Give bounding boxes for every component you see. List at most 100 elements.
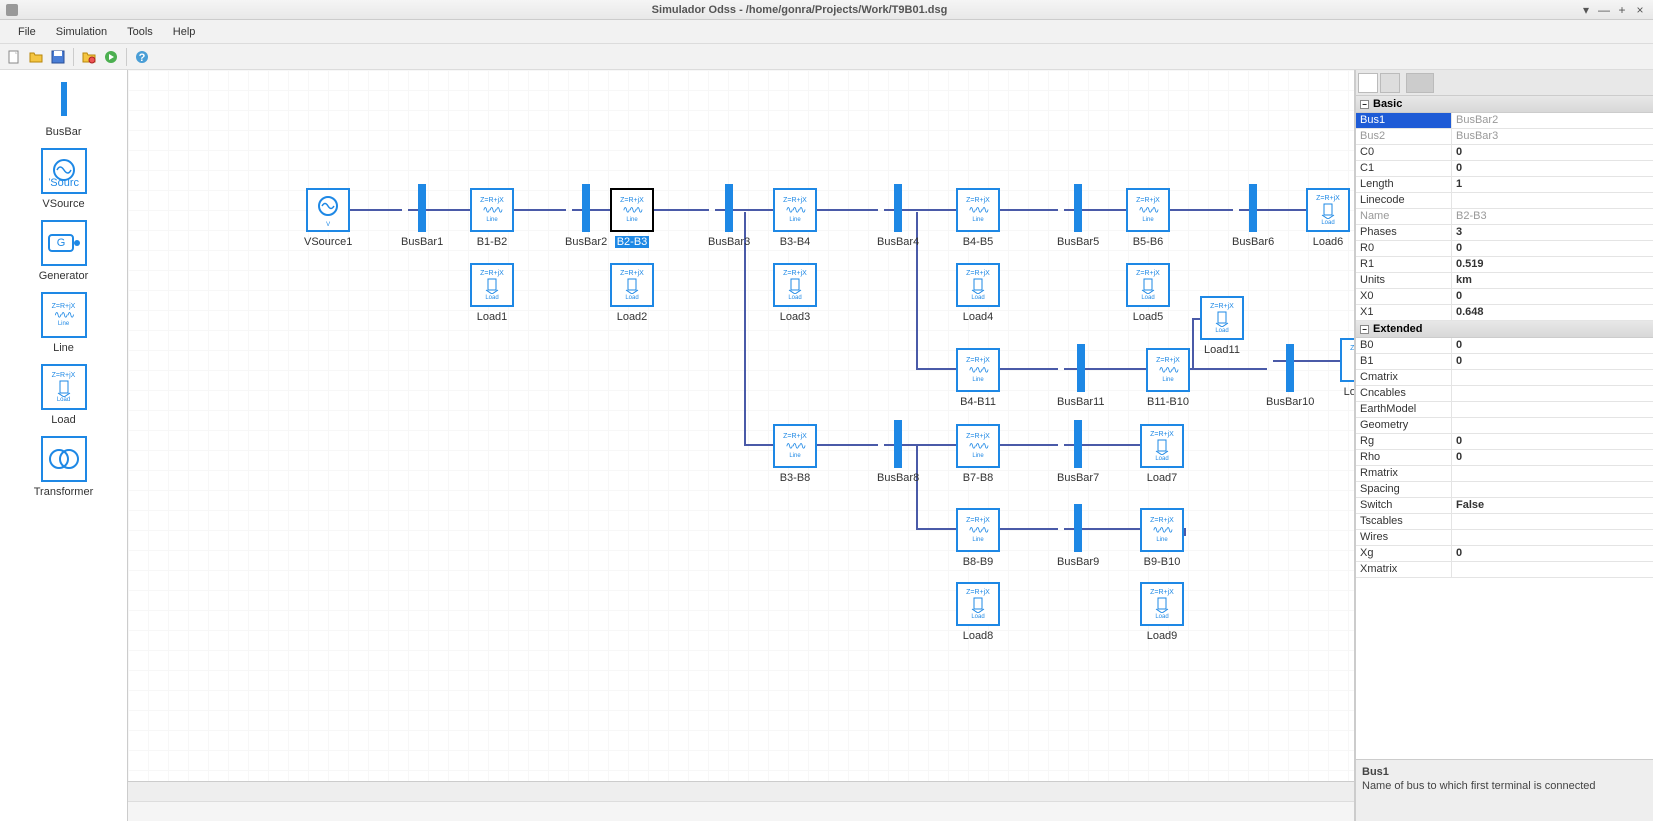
menu-tools[interactable]: Tools xyxy=(117,22,163,42)
canvas-node-line[interactable]: Z=R+jX∿∿∿LineB4-B5 xyxy=(956,188,1000,248)
prop-value[interactable]: 0 xyxy=(1452,546,1653,561)
prop-row[interactable]: Geometry xyxy=(1356,418,1653,434)
prop-value[interactable]: 1 xyxy=(1452,177,1653,192)
properties-grid[interactable]: −BasicBus1BusBar2Bus2BusBar3C00C10Length… xyxy=(1356,96,1653,759)
canvas-node-line[interactable]: Z=R+jX∿∿∿LineB9-B10 xyxy=(1140,508,1184,568)
canvas-node-load[interactable]: Z=R+jXLoadLoad10 xyxy=(1340,338,1354,398)
prop-row[interactable]: C00 xyxy=(1356,145,1653,161)
canvas-node-load[interactable]: Z=R+jXLoadLoad6 xyxy=(1306,188,1350,248)
prop-row[interactable]: Rg0 xyxy=(1356,434,1653,450)
prop-value[interactable]: km xyxy=(1452,273,1653,288)
canvas-node-busbar[interactable]: BusBar2 xyxy=(565,184,607,248)
hscrollbar[interactable] xyxy=(128,782,1354,802)
wire[interactable] xyxy=(916,528,957,530)
prop-value[interactable]: B2-B3 xyxy=(1452,209,1653,224)
prop-value[interactable]: BusBar3 xyxy=(1452,129,1653,144)
canvas[interactable]: VVSource1BusBar1Z=R+jX∿∿∿LineB1-B2Z=R+jX… xyxy=(128,70,1354,781)
prop-row[interactable]: Tscables xyxy=(1356,514,1653,530)
prop-value[interactable]: 0.519 xyxy=(1452,257,1653,272)
canvas-node-line[interactable]: Z=R+jX∿∿∿LineB2-B3 xyxy=(610,188,654,248)
canvas-node-load[interactable]: Z=R+jXLoadLoad9 xyxy=(1140,582,1184,642)
prop-row[interactable]: Xmatrix xyxy=(1356,562,1653,578)
canvas-node-load[interactable]: Z=R+jXLoadLoad3 xyxy=(773,263,817,323)
canvas-node-vsource[interactable]: VVSource1 xyxy=(304,188,352,248)
wire[interactable] xyxy=(1000,444,1058,446)
canvas-node-load[interactable]: Z=R+jXLoadLoad8 xyxy=(956,582,1000,642)
wire[interactable] xyxy=(1000,209,1058,211)
canvas-node-line[interactable]: Z=R+jX∿∿∿LineB3-B8 xyxy=(773,424,817,484)
prop-value[interactable]: 0 xyxy=(1452,145,1653,160)
prop-value[interactable]: 3 xyxy=(1452,225,1653,240)
new-file-button[interactable] xyxy=(4,47,24,67)
wire[interactable] xyxy=(348,209,402,211)
palette-load[interactable]: Z=R+jXLoadLoad xyxy=(41,364,87,426)
palette-generator[interactable]: GGenerator xyxy=(39,220,89,282)
app-menu-icon[interactable] xyxy=(6,4,18,16)
canvas-node-load[interactable]: Z=R+jXLoadLoad7 xyxy=(1140,424,1184,484)
prop-row[interactable]: Rho0 xyxy=(1356,450,1653,466)
prop-row[interactable]: X10.648 xyxy=(1356,305,1653,321)
menu-file[interactable]: File xyxy=(8,22,46,42)
palette-transformer[interactable]: Transformer xyxy=(34,436,94,498)
wire[interactable] xyxy=(817,209,878,211)
prop-row[interactable]: Cmatrix xyxy=(1356,370,1653,386)
prop-value[interactable]: 0 xyxy=(1452,338,1653,353)
prop-row[interactable]: EarthModel xyxy=(1356,402,1653,418)
canvas-node-busbar[interactable]: BusBar1 xyxy=(401,184,443,248)
prop-row[interactable]: Spacing xyxy=(1356,482,1653,498)
canvas-node-busbar[interactable]: BusBar3 xyxy=(708,184,750,248)
canvas-node-busbar[interactable]: BusBar10 xyxy=(1266,344,1314,408)
help-button[interactable]: ? xyxy=(132,47,152,67)
prop-row[interactable]: Rmatrix xyxy=(1356,466,1653,482)
wire[interactable] xyxy=(654,209,709,211)
canvas-node-load[interactable]: Z=R+jXLoadLoad1 xyxy=(470,263,514,323)
canvas-node-line[interactable]: Z=R+jX∿∿∿LineB11-B10 xyxy=(1146,348,1190,408)
prop-row[interactable]: Bus1BusBar2 xyxy=(1356,113,1653,129)
canvas-node-busbar[interactable]: BusBar8 xyxy=(877,420,919,484)
prop-value[interactable]: 0 xyxy=(1452,450,1653,465)
canvas-node-line[interactable]: Z=R+jX∿∿∿LineB8-B9 xyxy=(956,508,1000,568)
prop-value[interactable]: 0 xyxy=(1452,241,1653,256)
prop-row[interactable]: R00 xyxy=(1356,241,1653,257)
palette-busbar[interactable]: BusBar xyxy=(41,76,87,138)
prop-row[interactable]: SwitchFalse xyxy=(1356,498,1653,514)
prop-value[interactable] xyxy=(1452,514,1653,529)
prop-row[interactable]: Wires xyxy=(1356,530,1653,546)
prop-row[interactable]: B00 xyxy=(1356,338,1653,354)
prop-value[interactable]: BusBar2 xyxy=(1452,113,1653,128)
menu-simulation[interactable]: Simulation xyxy=(46,22,117,42)
open-file-button[interactable] xyxy=(26,47,46,67)
canvas-node-load[interactable]: Z=R+jXLoadLoad11 xyxy=(1200,296,1244,356)
canvas-node-line[interactable]: Z=R+jX∿∿∿LineB5-B6 xyxy=(1126,188,1170,248)
wire[interactable] xyxy=(817,444,878,446)
prop-value[interactable] xyxy=(1452,386,1653,401)
prop-value[interactable]: 0 xyxy=(1452,434,1653,449)
collapse-icon[interactable]: − xyxy=(1360,100,1369,109)
properties-tab-category[interactable] xyxy=(1358,73,1378,93)
canvas-node-line[interactable]: Z=R+jX∿∿∿LineB3-B4 xyxy=(773,188,817,248)
prop-value[interactable] xyxy=(1452,562,1653,577)
prop-value[interactable]: 0 xyxy=(1452,354,1653,369)
palette-vsource[interactable]: VSourceVSource xyxy=(41,148,87,210)
wire[interactable] xyxy=(514,209,566,211)
properties-tab-other[interactable] xyxy=(1406,73,1434,93)
wire[interactable] xyxy=(1190,368,1267,370)
prop-section-basic[interactable]: −Basic xyxy=(1356,96,1653,113)
wire[interactable] xyxy=(1170,209,1233,211)
wire[interactable] xyxy=(1184,528,1186,536)
canvas-node-busbar[interactable]: BusBar5 xyxy=(1057,184,1099,248)
prop-row[interactable]: Phases3 xyxy=(1356,225,1653,241)
canvas-node-line[interactable]: Z=R+jX∿∿∿LineB4-B11 xyxy=(956,348,1000,408)
prop-row[interactable]: C10 xyxy=(1356,161,1653,177)
wire[interactable] xyxy=(744,444,774,446)
prop-row[interactable]: Xg0 xyxy=(1356,546,1653,562)
canvas-node-load[interactable]: Z=R+jXLoadLoad4 xyxy=(956,263,1000,323)
prop-value[interactable] xyxy=(1452,466,1653,481)
canvas-node-line[interactable]: Z=R+jX∿∿∿LineB7-B8 xyxy=(956,424,1000,484)
prop-row[interactable]: Cncables xyxy=(1356,386,1653,402)
prop-value[interactable]: 0.648 xyxy=(1452,305,1653,320)
canvas-node-busbar[interactable]: BusBar7 xyxy=(1057,420,1099,484)
prop-value[interactable] xyxy=(1452,530,1653,545)
minimize-icon[interactable]: — xyxy=(1597,3,1611,17)
canvas-node-busbar[interactable]: BusBar4 xyxy=(877,184,919,248)
